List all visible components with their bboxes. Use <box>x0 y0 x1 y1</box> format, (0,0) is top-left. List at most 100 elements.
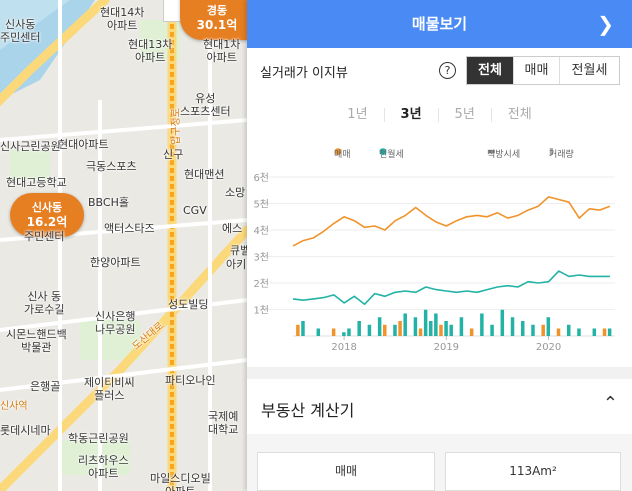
panel-header[interactable]: 매물보기 ❯ <box>247 0 632 48</box>
map-label[interactable]: 마일스디오빌아파트 <box>150 472 211 491</box>
volume-bar-rent <box>531 324 535 336</box>
map-label[interactable]: 유성 스포츠센터 <box>180 92 231 118</box>
volume-bar-rent <box>500 309 505 336</box>
price-chart[interactable]: 6천 5천 4천 3천 2천 1천 2018 2019 2020 <box>247 168 632 356</box>
section-title: 실거래가 이지뷰 <box>260 66 348 81</box>
volume-bar-rent <box>342 332 346 336</box>
cluster-area: 신사동 <box>31 201 63 214</box>
map-label[interactable]: 현대14차 아파트 <box>100 6 144 32</box>
map-label[interactable]: CGV <box>183 204 207 217</box>
map-label[interactable]: 리츠하우스 아파트 <box>78 454 129 480</box>
y-tick-label: 6천 <box>253 172 269 184</box>
map-label[interactable]: 신사동 주민센터 <box>0 18 40 44</box>
cluster-price: 16.2억 <box>26 215 68 229</box>
x-tick-label: 2020 <box>536 342 561 353</box>
map-label[interactable]: 신사역 <box>0 400 28 413</box>
map-label[interactable]: 액터스타즈 <box>104 222 155 235</box>
y-tick-label: 4천 <box>253 225 269 237</box>
map-label[interactable]: 소망 <box>225 186 245 199</box>
map-label[interactable]: 극동스포츠 <box>86 160 137 173</box>
chevron-up-icon[interactable]: ⌃ <box>603 393 618 414</box>
map-label[interactable]: 학동근린공원 <box>68 432 129 445</box>
help-icon[interactable]: ? <box>439 62 456 79</box>
map-label[interactable]: 시몬느핸드백 박물관 <box>6 328 67 354</box>
calc-deal-type[interactable]: 매매 <box>257 452 435 491</box>
map-label[interactable]: 성도빌딩 <box>168 298 208 311</box>
volume-bar-sale <box>556 328 561 336</box>
calc-area[interactable]: 113Am² <box>445 452 621 491</box>
volume-bar-sale <box>331 328 336 336</box>
y-tick-label: 5천 <box>253 199 269 211</box>
segment-sale[interactable]: 매매 <box>513 57 559 84</box>
segment-all[interactable]: 전체 <box>467 57 513 84</box>
chevron-right-icon[interactable]: ❯ <box>597 0 614 48</box>
calculator-title: 부동산 계산기 <box>261 401 355 420</box>
map-label[interactable]: 파티오나인 <box>165 374 216 387</box>
map-label[interactable]: 현대아파트 <box>58 138 109 151</box>
period-tabs: 1년 3년 5년 전체 <box>247 108 632 122</box>
volume-bar-sale <box>296 324 300 336</box>
volume-bar-rent <box>413 317 418 336</box>
map-label[interactable]: 신사 동 가로수길 <box>24 290 64 316</box>
volume-bar-rent <box>567 324 571 336</box>
map-label[interactable]: 아키 <box>226 258 246 271</box>
cluster-area: 경동 <box>206 4 228 17</box>
volume-bar-sale <box>602 328 607 336</box>
map-label[interactable]: 한양아파트 <box>90 256 141 269</box>
map-label[interactable]: 국제예 대학교 <box>208 410 238 436</box>
volume-bar-rent <box>521 321 525 336</box>
segment-rent[interactable]: 전월세 <box>559 57 619 84</box>
volume-bar-rent <box>449 324 453 336</box>
map-label[interactable]: 제이티비씨 플러스 <box>84 376 135 402</box>
volume-bar-sale <box>541 324 545 336</box>
y-tick-label: 2천 <box>253 278 269 290</box>
x-tick-label: 2019 <box>434 342 459 353</box>
volume-bar-rent <box>480 313 484 336</box>
period-5y[interactable]: 5년 <box>437 108 491 122</box>
volume-bar-sale <box>469 328 474 336</box>
volume-bar-rent <box>393 324 397 336</box>
map-label[interactable]: 은행골 <box>30 380 60 393</box>
volume-bar-rent <box>510 317 515 336</box>
volume-bar-sale <box>383 324 387 336</box>
map-label[interactable]: 현대고등학교 <box>6 176 67 189</box>
volume-bar-rent <box>546 317 551 336</box>
map-view[interactable]: 최근 경동 30.1억 신사동 16.2억 현대14차아파트현대13차아파트현대… <box>0 0 247 491</box>
map-label[interactable]: 에스 <box>222 222 242 235</box>
volume-bar-rent <box>444 321 448 336</box>
volume-bar-rent <box>301 321 305 336</box>
volume-bar-sale <box>418 328 423 336</box>
volume-bar-rent <box>377 317 382 336</box>
volume-bar-rent <box>592 328 597 336</box>
y-tick-label: 3천 <box>253 252 269 264</box>
volume-bar-rent <box>490 324 494 336</box>
deal-type-segment: 전체 매매 전월세 <box>466 56 620 85</box>
rent-price-line <box>292 270 610 305</box>
map-label[interactable]: 현대13차 아파트 <box>128 38 172 64</box>
map-label[interactable]: 신사근린공원 <box>0 140 61 153</box>
map-label[interactable]: 큐벨로 <box>230 244 247 257</box>
sale-price-line <box>292 196 611 247</box>
price-cluster[interactable]: 경동 30.1억 <box>180 0 247 40</box>
period-all[interactable]: 전체 <box>490 108 548 122</box>
map-label[interactable]: BBCH홀 <box>88 196 129 209</box>
map-label[interactable]: 현대1차 아파트 <box>203 38 240 64</box>
section-divider <box>247 367 632 379</box>
map-label[interactable]: 압구정로 <box>170 108 183 145</box>
map-label[interactable]: 신구 <box>163 148 183 161</box>
volume-bar-rent <box>459 317 464 336</box>
volume-bar-rent <box>347 328 351 336</box>
period-3y[interactable]: 3년 <box>383 108 438 122</box>
volume-bar-sale <box>398 321 402 336</box>
map-label[interactable]: 현대맨션 <box>184 168 224 181</box>
volume-bar-rent <box>423 309 428 336</box>
listing-panel: 매물보기 ❯ 실거래가 이지뷰 ? 전체 매매 전월세 1년 3년 5년 전체 … <box>247 0 632 491</box>
map-label[interactable]: 주민센터 <box>24 230 64 243</box>
map-label[interactable]: 신사은행 나무공원 <box>95 310 135 336</box>
panel-title: 매물보기 <box>411 15 468 33</box>
period-1y[interactable]: 1년 <box>331 108 383 122</box>
volume-bar-rent <box>357 321 361 336</box>
volume-bar-sale <box>439 324 443 336</box>
volume-bar-rent <box>434 313 438 336</box>
map-label[interactable]: 롯데시네마 <box>0 424 51 437</box>
